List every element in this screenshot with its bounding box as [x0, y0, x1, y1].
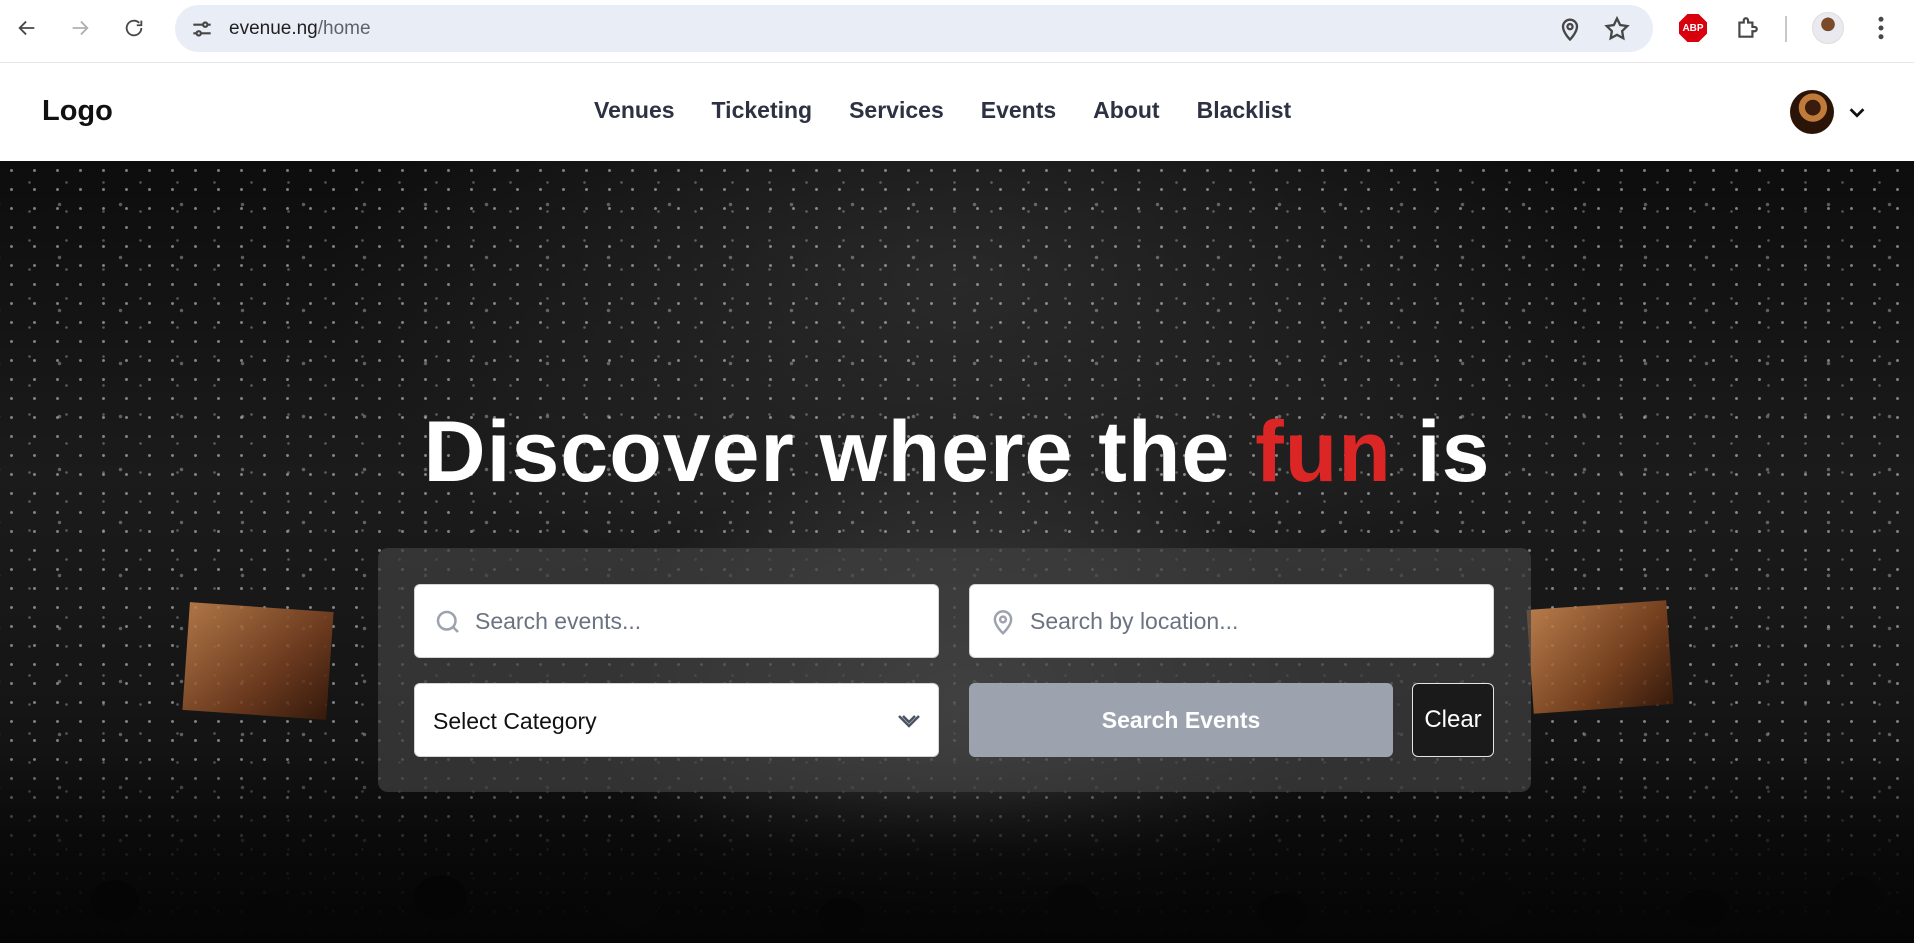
category-select[interactable]: Select Category	[414, 683, 939, 757]
chevron-down-icon[interactable]	[1846, 101, 1868, 123]
forward-button[interactable]	[62, 10, 98, 46]
category-select-value: Select Category	[433, 708, 597, 734]
headline-start: Discover where the	[423, 404, 1256, 500]
location-icon[interactable]	[1556, 15, 1584, 43]
extensions-icon	[1738, 17, 1758, 38]
hero-headline: Discover where the fun is	[0, 403, 1914, 502]
abp-icon: ABP	[1679, 14, 1707, 42]
user-avatar[interactable]	[1790, 90, 1834, 134]
site-logo[interactable]: Logo	[42, 95, 113, 128]
headline-accent: fun	[1255, 404, 1392, 500]
clear-button[interactable]: Clear	[1412, 683, 1494, 757]
browser-toolbar: evenue.ng/home ABP	[0, 0, 1914, 63]
site-info-icon[interactable]	[189, 16, 215, 42]
nav-services[interactable]: Services	[849, 97, 944, 124]
main-nav: Venues Ticketing Services Events About B…	[594, 97, 1291, 124]
url-domain: evenue.ng	[229, 18, 318, 39]
site-header: Logo Venues Ticketing Services Events Ab…	[0, 63, 1914, 161]
search-icon	[436, 610, 459, 633]
menu-icon[interactable]	[1866, 13, 1896, 43]
event-search-input[interactable]	[475, 585, 928, 657]
url-path: /home	[317, 18, 371, 39]
reload-button[interactable]	[116, 10, 152, 46]
reload-icon	[125, 19, 143, 37]
forward-icon	[72, 20, 89, 36]
hero-section: Discover where the fun is Select Categor…	[0, 161, 1914, 943]
extensions-button[interactable]	[1731, 12, 1763, 44]
location-search-input[interactable]	[1030, 585, 1483, 657]
event-search-field[interactable]	[414, 584, 939, 658]
chevron-down-icon	[898, 715, 920, 728]
stage-screen-right	[1526, 600, 1674, 714]
map-pin-icon	[993, 610, 1013, 635]
search-events-button[interactable]: Search Events	[969, 683, 1393, 757]
location-search-field[interactable]	[969, 584, 1494, 658]
abp-extension-button[interactable]: ABP	[1677, 12, 1709, 44]
nav-about[interactable]: About	[1093, 97, 1159, 124]
search-panel: Select Category Search Events Clear	[378, 548, 1531, 792]
back-icon	[18, 20, 35, 36]
stage-screen-left	[182, 602, 334, 720]
back-button[interactable]	[9, 10, 45, 46]
profile-icon[interactable]	[1812, 12, 1844, 44]
address-bar[interactable]: evenue.ng/home	[175, 5, 1653, 52]
headline-end: is	[1391, 404, 1491, 500]
nav-blacklist[interactable]: Blacklist	[1197, 97, 1292, 124]
toolbar-separator	[1785, 16, 1787, 42]
nav-ticketing[interactable]: Ticketing	[712, 97, 813, 124]
url-text[interactable]: evenue.ng/home	[229, 18, 371, 40]
nav-events[interactable]: Events	[981, 97, 1056, 124]
star-icon[interactable]	[1603, 15, 1631, 43]
nav-venues[interactable]: Venues	[594, 97, 675, 124]
